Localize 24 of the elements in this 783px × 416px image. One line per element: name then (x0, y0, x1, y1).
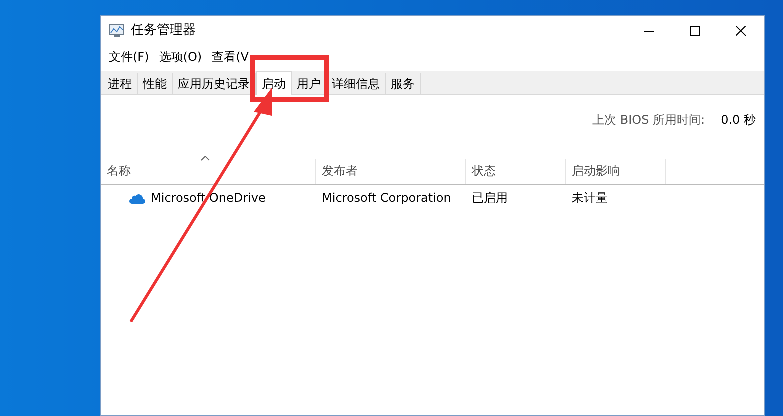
column-title: 启动影响 (572, 163, 620, 180)
bios-time-label: 上次 BIOS 所用时间: (592, 112, 706, 129)
column-title: 发布者 (322, 163, 358, 180)
column-title: 状态 (472, 163, 496, 180)
close-icon (736, 26, 746, 36)
bios-time-value: 0.0 秒 (721, 112, 756, 129)
menu-item[interactable]: 文件(F) (105, 48, 154, 66)
menu-item[interactable]: 查看(V (208, 48, 253, 66)
column-header[interactable]: 状态 (466, 159, 566, 184)
column-header[interactable]: 名称 (101, 159, 316, 184)
table-cell-text: 未计量 (572, 190, 608, 207)
window-title: 任务管理器 (131, 22, 196, 40)
maximize-icon (690, 26, 700, 36)
column-title: 名称 (107, 163, 131, 180)
column-header[interactable]: 启动影响 (566, 159, 666, 184)
table-cell-text: 已启用 (472, 190, 508, 207)
table-cell-text: Microsoft Corporation (322, 190, 452, 207)
minimize-icon (644, 30, 654, 32)
cloud-icon (128, 192, 145, 204)
table-cell-text: Microsoft OneDrive (151, 190, 266, 207)
monitor-chart-icon (109, 24, 125, 38)
column-header[interactable]: 发布者 (316, 159, 466, 184)
menu-item[interactable]: 选项(O) (155, 48, 206, 66)
tab[interactable]: 启动 (256, 71, 292, 95)
